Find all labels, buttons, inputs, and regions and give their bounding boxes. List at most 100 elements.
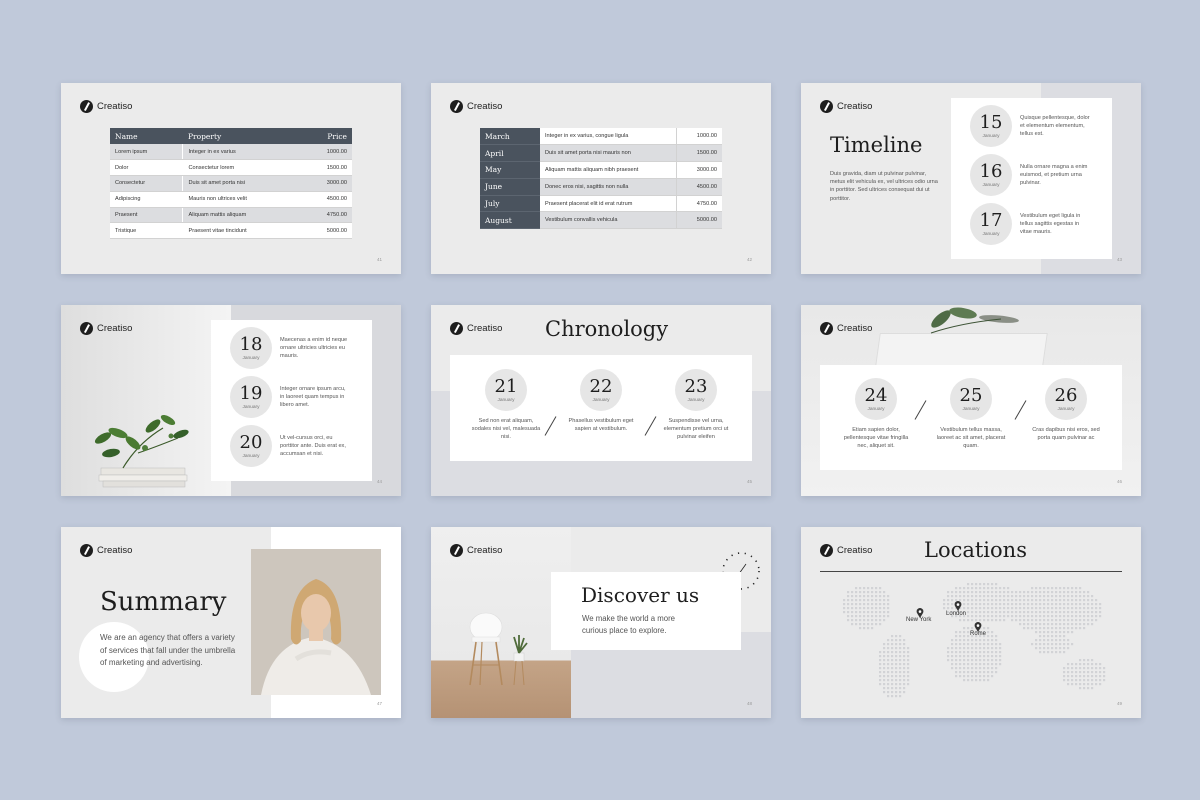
- brand: Creatiso: [80, 322, 132, 335]
- date-month: January: [1057, 406, 1075, 412]
- cell: 4500.00: [300, 191, 352, 208]
- cell: 4500.00: [675, 178, 722, 196]
- cell: Praesent: [110, 207, 184, 224]
- title-rule: [820, 571, 1122, 572]
- cell: Mauris non ultrices velit: [182, 191, 301, 208]
- page-number: 49: [1116, 701, 1122, 706]
- creatiso-logo-icon: [820, 544, 833, 557]
- creatiso-logo-icon: [450, 100, 463, 113]
- cell: Vestibulum convallis vehicula: [540, 211, 676, 230]
- woman-portrait-image: [251, 549, 381, 695]
- price-table: Name Property Price Lorem ipsum Integer i…: [110, 128, 352, 240]
- page-number: 45: [746, 479, 752, 484]
- slide-title: Summary: [100, 587, 227, 617]
- header-property: Property: [182, 128, 301, 144]
- date-number: 15: [979, 111, 1003, 133]
- divider-slash: [1014, 400, 1027, 420]
- brand: Creatiso: [820, 322, 872, 335]
- brand: Creatiso: [450, 544, 502, 557]
- slide-title: Chronology: [545, 317, 669, 341]
- slide-chronology[interactable]: Creatiso Chronology 21 January Sed non er…: [431, 305, 771, 496]
- brand-name: Creatiso: [97, 323, 133, 334]
- brand-name: Creatiso: [97, 545, 133, 556]
- date-number: 23: [684, 375, 708, 397]
- slide-summary[interactable]: Creatiso Summary We are an agency that o…: [61, 527, 401, 718]
- chronology-text: Vestibulum tellus massa, laoreet ac sit …: [936, 427, 1006, 450]
- slide-price-table[interactable]: Creatiso Name Property Price Lorem ipsum…: [61, 83, 401, 274]
- table-row: Adipiscing Mauris non ultrices velit 4500.…: [110, 191, 352, 208]
- cell: Consectetur lorem: [182, 159, 301, 177]
- month-cell: June: [480, 178, 540, 196]
- brand: Creatiso: [80, 544, 132, 557]
- cell: Duis sit amet porta nisi mauris non: [540, 144, 676, 163]
- date-month: January: [497, 397, 515, 403]
- chronology-text: Phasellus vestibulum eget sapien at vest…: [568, 418, 634, 433]
- brand-name: Creatiso: [837, 545, 873, 556]
- chronology-card: 21 January Sed non erat aliquam, sodales …: [450, 355, 752, 461]
- timeline-text: Vestibulum eget ligula in tellus sagitti…: [1020, 212, 1081, 236]
- timeline-item: 17 January Vestibulum eget ligula in tell…: [970, 203, 1090, 245]
- slide-discover[interactable]: Creatiso Discover us We make the world a…: [431, 527, 771, 718]
- date-month: January: [867, 406, 885, 412]
- date-month: January: [982, 182, 1000, 188]
- chronology-text: Suspendisse vel urna, elementum pretium …: [663, 418, 729, 441]
- slide-title: Timeline: [830, 133, 923, 157]
- plant-books-image: [94, 414, 189, 488]
- brand: Creatiso: [450, 100, 502, 113]
- slide-title: Discover us: [581, 583, 700, 607]
- brand-name: Creatiso: [97, 101, 133, 112]
- date-number: 18: [239, 333, 263, 355]
- header-name: Name: [110, 128, 183, 144]
- timeline-text: Quisque pellentesque, dolor et elementum…: [1020, 114, 1090, 138]
- creatiso-logo-icon: [450, 544, 463, 557]
- cell: 5000.00: [675, 211, 722, 230]
- date-circle: 15 January: [970, 105, 1012, 147]
- date-number: 22: [589, 375, 613, 397]
- cell: Aliquam mattis aliquam nibh praesent: [540, 161, 676, 179]
- date-circle: 22 January: [580, 369, 622, 411]
- chair-plant-image: [469, 612, 528, 686]
- page-number: 46: [1116, 479, 1122, 484]
- timeline-card: 15 January Quisque pellentesque, dolor et…: [951, 98, 1112, 259]
- date-circle: 17 January: [970, 203, 1012, 245]
- table-row: July Praesent placerat elit id erat rutru…: [480, 195, 722, 213]
- table-row: August Vestibulum convallis vehicula 5000.…: [480, 211, 722, 230]
- chronology-card: 24 January Etiam sapien dolor, pellentesq…: [820, 365, 1122, 470]
- slide-month-table[interactable]: Creatiso March Integer in ex varius, cong…: [431, 83, 771, 274]
- divider-slash: [544, 416, 557, 436]
- date-circle: 25 January: [950, 378, 992, 420]
- table-row: Consectetur Duis sit amet porta nisi 3000.…: [110, 175, 352, 192]
- cell: Integer in ex varius: [182, 144, 301, 161]
- chronology-item: 21 January Sed non erat aliquam, sodales …: [466, 369, 546, 442]
- slide-timeline[interactable]: Creatiso Timeline Duis gravida, diam ut …: [801, 83, 1141, 274]
- cell: Dolor: [110, 159, 184, 177]
- slide-plant-timeline[interactable]: Creatiso 18 January Maecenas a enim id ne…: [61, 305, 401, 496]
- table-row: June Donec eros nisi, sagittis non nulla 4…: [480, 178, 722, 196]
- date-circle: 18 January: [230, 327, 272, 369]
- timeline-item: 19 January Integer ornare ipsum arcu, in …: [230, 376, 350, 418]
- slide-title: Locations: [924, 538, 1027, 562]
- cell: Duis sit amet porta nisi: [182, 175, 301, 192]
- cell: Aliquam mattis aliquam: [182, 207, 301, 224]
- cell: 3000.00: [675, 161, 722, 179]
- creatiso-logo-icon: [80, 322, 93, 335]
- discover-card: Discover us We make the world a more cur…: [551, 572, 741, 650]
- creatiso-logo-icon: [820, 100, 833, 113]
- slide-body: We make the world a more curious place t…: [582, 614, 676, 635]
- table-row: Dolor Consectetur lorem 1500.00: [110, 159, 352, 177]
- date-circle: 20 January: [230, 425, 272, 467]
- slide-locations[interactable]: Creatiso Locations New York London Rome …: [801, 527, 1141, 718]
- date-number: 16: [979, 160, 1003, 182]
- brand: Creatiso: [450, 322, 502, 335]
- portrait-photo: [251, 549, 381, 695]
- divider-slash: [914, 400, 927, 420]
- timeline-item: 16 January Nulla ornare magna a enim euis…: [970, 154, 1090, 196]
- table-row: April Duis sit amet porta nisi mauris non…: [480, 144, 722, 163]
- date-circle: 26 January: [1045, 378, 1087, 420]
- chronology-item: 26 January Cras dapibus nisi eros, sed po…: [1026, 378, 1106, 442]
- date-month: January: [962, 406, 980, 412]
- chronology-item: 24 January Etiam sapien dolor, pellentesq…: [836, 378, 916, 451]
- date-month: January: [982, 231, 1000, 237]
- slide-leaves-chronology[interactable]: Creatiso 24 January Etiam sapien dolor, p…: [801, 305, 1141, 496]
- cell: Praesent vitae tincidunt: [182, 222, 301, 240]
